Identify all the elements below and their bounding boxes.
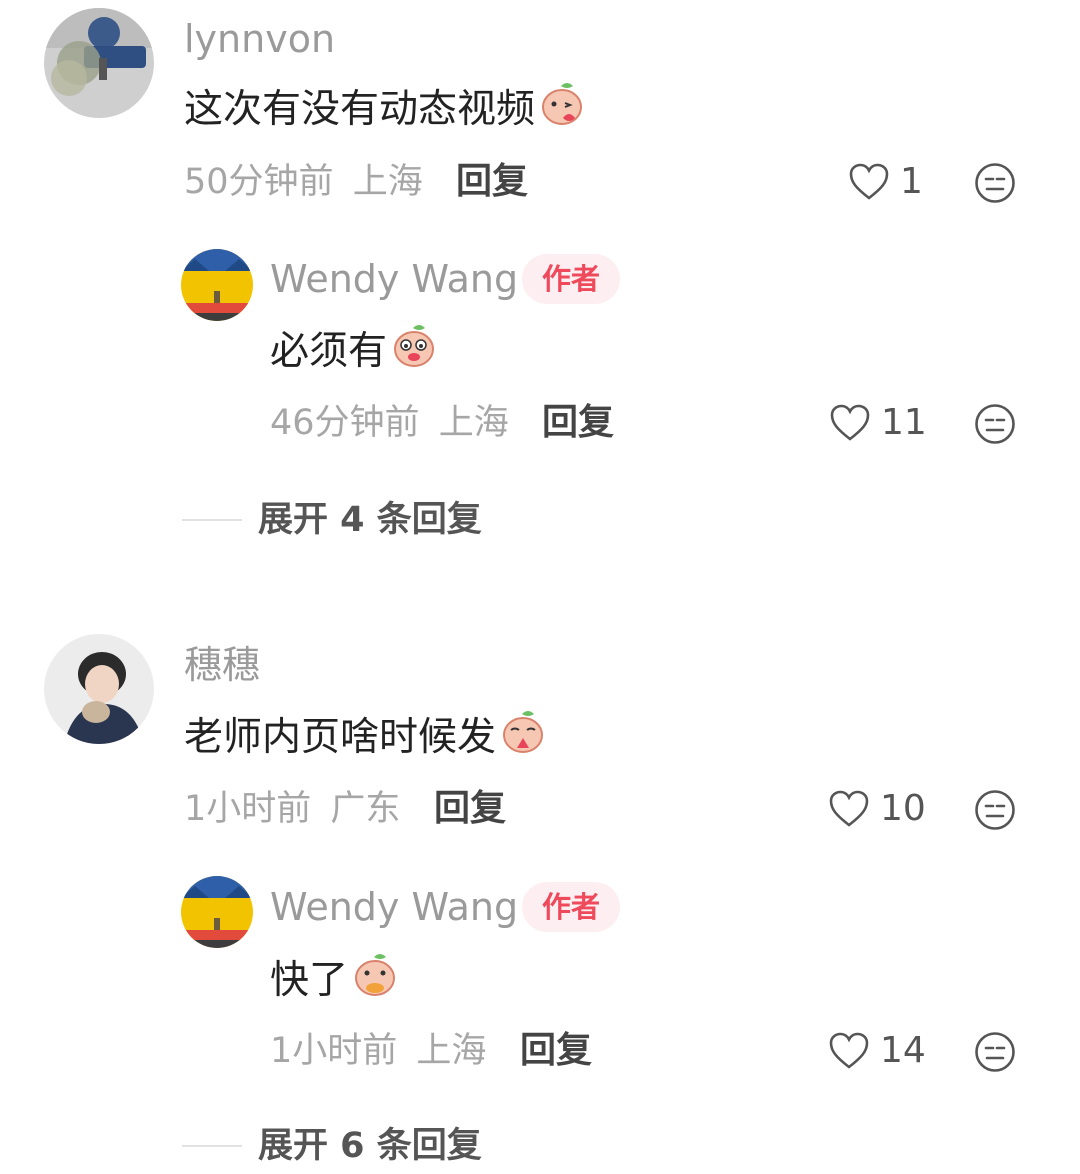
username[interactable]: Wendy Wang — [270, 256, 518, 302]
avatar-image — [44, 634, 154, 744]
username[interactable]: lynnvon — [184, 16, 335, 62]
expand-replies-label: 展开 6 条回复 — [258, 1126, 482, 1166]
heart-outline-icon — [830, 404, 870, 441]
reply-location: 上海 — [438, 403, 509, 443]
reply-meta: 1小时前 上海 — [270, 1029, 486, 1073]
expand-replies-button[interactable]: 展开 4 条回复 — [182, 498, 482, 542]
reply-button[interactable]: 回复 — [456, 160, 528, 204]
shy-peach-emoji-icon — [391, 322, 437, 382]
comment-meta: 1小时前 广东 — [184, 787, 400, 831]
dislike-button[interactable] — [974, 1031, 1016, 1077]
reply-text: 快了 — [270, 951, 398, 1011]
comment-meta: 50分钟前 上海 — [184, 160, 423, 204]
like-count: 10 — [880, 788, 926, 829]
neutral-face-icon — [975, 163, 1015, 203]
like-count: 14 — [880, 1030, 926, 1071]
avatar[interactable] — [181, 876, 253, 948]
comment-text: 这次有没有动态视频 — [184, 80, 585, 140]
like-button[interactable]: 11 — [829, 401, 927, 445]
heart-outline-icon — [829, 1032, 869, 1069]
comment-location: 广东 — [330, 789, 401, 829]
username[interactable]: Wendy Wang — [270, 884, 518, 930]
reply-button[interactable]: 回复 — [434, 787, 506, 831]
author-badge: 作者 — [522, 254, 621, 304]
pray-peach-emoji-icon — [500, 708, 546, 768]
kiss-peach-emoji-icon — [539, 80, 585, 140]
reply-time: 46分钟前 — [270, 403, 420, 443]
divider-line — [182, 1145, 242, 1147]
comment-text-body: 这次有没有动态视频 — [184, 87, 536, 132]
like-button[interactable]: 1 — [848, 160, 923, 204]
avatar[interactable] — [44, 8, 154, 118]
reply-text-body: 必须有 — [270, 329, 388, 374]
dislike-button[interactable] — [974, 403, 1016, 449]
avatar[interactable] — [181, 249, 253, 321]
comment-location: 上海 — [352, 162, 423, 202]
like-button[interactable]: 14 — [828, 1029, 926, 1073]
expand-replies-button[interactable]: 展开 6 条回复 — [182, 1124, 482, 1168]
like-count: 11 — [881, 402, 927, 443]
reply-location: 上海 — [416, 1031, 487, 1071]
avatar-image — [181, 876, 253, 948]
comment-text-body: 老师内页啥时候发 — [184, 715, 497, 760]
reply-button[interactable]: 回复 — [520, 1029, 592, 1073]
neutral-face-icon — [975, 790, 1015, 830]
reply-text-body: 快了 — [270, 958, 349, 1003]
author-badge: 作者 — [522, 882, 621, 932]
comment-time: 1小时前 — [184, 789, 312, 829]
neutral-face-icon — [975, 404, 1015, 444]
dislike-button[interactable] — [974, 789, 1016, 835]
avatar[interactable] — [44, 634, 154, 744]
like-button[interactable]: 10 — [828, 787, 926, 831]
neutral-face-icon — [975, 1032, 1015, 1072]
like-count: 1 — [900, 161, 923, 202]
avatar-image — [181, 249, 253, 321]
divider-line — [182, 519, 242, 521]
comment-text: 老师内页啥时候发 — [184, 708, 546, 768]
expand-replies-label: 展开 4 条回复 — [258, 500, 482, 540]
heart-outline-icon — [849, 163, 889, 200]
reply-time: 1小时前 — [270, 1031, 398, 1071]
reply-button[interactable]: 回复 — [542, 401, 614, 445]
comment-time: 50分钟前 — [184, 162, 334, 202]
reply-meta: 46分钟前 上海 — [270, 401, 509, 445]
avatar-image — [44, 8, 154, 118]
reply-text: 必须有 — [270, 322, 437, 382]
heart-outline-icon — [829, 790, 869, 827]
username[interactable]: 穗穗 — [184, 642, 260, 688]
dislike-button[interactable] — [974, 162, 1016, 208]
hug-peach-emoji-icon — [352, 951, 398, 1011]
